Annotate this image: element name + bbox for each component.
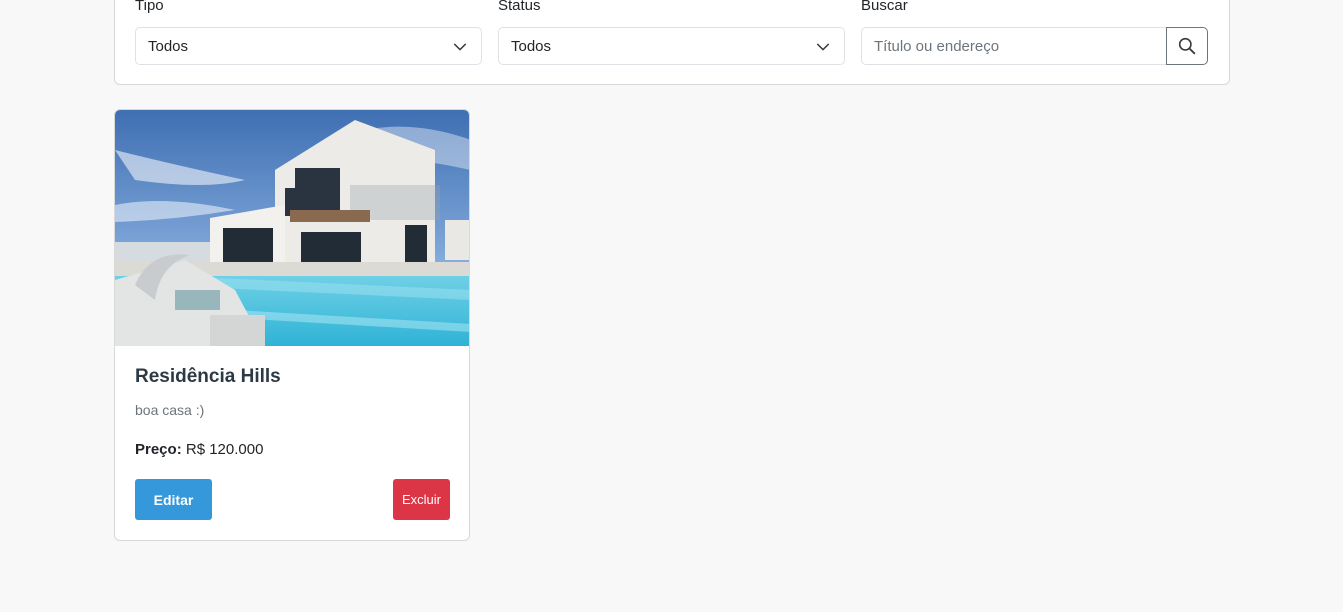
- price-label: Preço:: [135, 441, 182, 458]
- edit-button[interactable]: Editar: [135, 479, 212, 520]
- search-icon: [1178, 37, 1196, 55]
- chevron-down-icon: [453, 43, 467, 51]
- house-with-pool-photo: [115, 110, 469, 346]
- listing-card: Residência Hills boa casa :) Preço: R$ 1…: [114, 109, 470, 541]
- status-label: Status: [498, 0, 541, 14]
- buscar-label: Buscar: [861, 0, 908, 14]
- price-value: R$ 120.000: [185, 441, 264, 458]
- filter-panel: Tipo Status Buscar Todos Todos: [114, 0, 1230, 85]
- tipo-select[interactable]: Todos: [135, 27, 482, 65]
- listing-price: Preço: R$ 120.000: [135, 441, 263, 458]
- delete-button[interactable]: Excluir: [393, 479, 450, 520]
- status-select[interactable]: Todos: [498, 27, 845, 65]
- status-select-value: Todos: [511, 37, 552, 55]
- search-input[interactable]: [861, 27, 1167, 65]
- search-button[interactable]: [1166, 27, 1208, 65]
- chevron-down-icon: [816, 43, 830, 51]
- tipo-select-value: Todos: [148, 37, 189, 55]
- search-group: [861, 27, 1209, 65]
- listing-description: boa casa :): [135, 402, 205, 418]
- listing-title: Residência Hills: [135, 366, 281, 387]
- tipo-label: Tipo: [135, 0, 164, 14]
